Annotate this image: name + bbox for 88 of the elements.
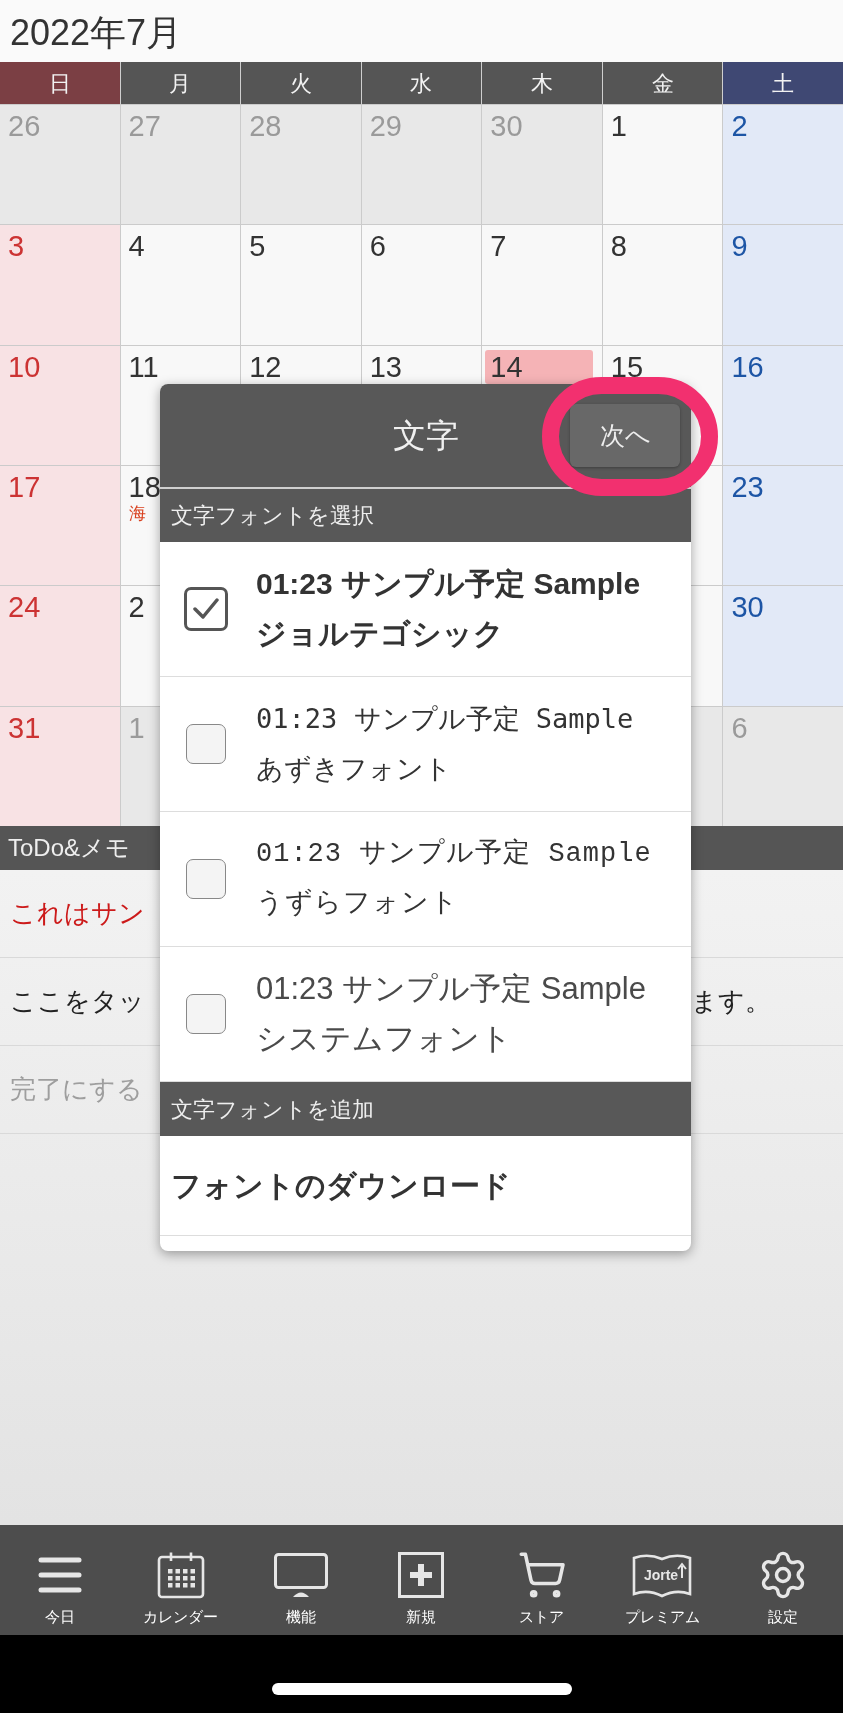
day-number: 15 (609, 349, 645, 384)
checkbox[interactable] (186, 859, 226, 899)
day-number: 31 (7, 710, 42, 745)
monitor-icon (274, 1553, 329, 1597)
day-number: 3 (7, 229, 26, 264)
calendar-cell[interactable]: 5 (241, 225, 361, 345)
day-number: 17 (7, 470, 42, 504)
calendar-cell[interactable]: 16 (723, 345, 843, 465)
nav-button[interactable]: 機能 (240, 1525, 362, 1635)
font-sample-text: 01:23 サンプル予定 Sample (256, 566, 641, 602)
calendar-cell[interactable]: 23 (723, 466, 843, 586)
day-number: 11 (127, 349, 160, 384)
nav-button[interactable]: 新規 (361, 1525, 482, 1635)
day-number: 26 (7, 109, 42, 143)
nav-button[interactable]: 今日 (0, 1525, 121, 1635)
nav-button[interactable]: Jorte プレミアム (602, 1525, 723, 1635)
checkbox[interactable] (186, 994, 226, 1034)
calendar-cell[interactable]: 7 (482, 225, 602, 345)
weekday-header: 日 (0, 62, 120, 104)
day-number: 2 (730, 109, 749, 143)
day-number: 27 (127, 109, 162, 143)
day-number: 12 (248, 349, 283, 384)
calendar-cell[interactable]: 31 (0, 706, 120, 826)
calendar-icon (156, 1551, 205, 1599)
calendar-cell[interactable]: 10 (0, 345, 120, 465)
day-number: 30 (730, 590, 765, 625)
next-button[interactable]: 次へ (570, 404, 680, 467)
calendar-cell[interactable]: 1 (602, 105, 723, 225)
dialog-title: 文字 (392, 415, 459, 456)
day-number: 13 (368, 349, 403, 384)
font-sample-text: 01:23 サンプル予定 Sample (256, 837, 652, 871)
checkbox[interactable] (184, 587, 228, 631)
day-number: 6 (368, 229, 387, 264)
day-number: 2 (127, 590, 146, 625)
day-number: 23 (730, 470, 765, 504)
plus-square-icon (398, 1552, 445, 1598)
day-number: 29 (368, 109, 403, 143)
menu-icon (38, 1557, 83, 1593)
day-number: 16 (730, 349, 765, 384)
calendar-cell[interactable]: 9 (723, 225, 843, 345)
nav-button[interactable]: カレンダー (120, 1525, 241, 1635)
weekday-header: 水 (361, 62, 482, 104)
day-number: 4 (127, 229, 146, 264)
holiday-label: 海 (128, 504, 146, 524)
font-name: システムフォント (256, 1020, 512, 1058)
check-icon (193, 598, 219, 620)
calendar-cell[interactable]: 24 (0, 586, 120, 706)
checkbox[interactable] (186, 724, 226, 764)
calendar-cell[interactable]: 30 (723, 586, 843, 706)
weekday-header: 土 (723, 62, 843, 104)
todo-text[interactable]: これはサン (10, 894, 145, 933)
calendar-cell[interactable]: 8 (602, 225, 723, 345)
calendar-cell[interactable]: 4 (120, 225, 241, 345)
calendar-cell[interactable]: 6 (361, 225, 482, 345)
day-number: 14 (485, 349, 593, 384)
day-number: 30 (489, 109, 524, 143)
calendar-cell[interactable]: 2 (723, 105, 843, 225)
calendar-cell[interactable]: 3 (0, 225, 120, 345)
day-number: 1 (609, 109, 628, 143)
nav-button[interactable]: 設定 (722, 1525, 843, 1635)
weekday-header: 火 (241, 62, 361, 104)
section-header: 文字フォントを選択 (171, 502, 374, 530)
calendar-cell[interactable]: 17 (0, 466, 120, 586)
section-header: 文字フォントを追加 (171, 1095, 374, 1124)
download-fonts-item[interactable]: フォントのダウンロード (171, 1163, 511, 1208)
day-number: 7 (489, 229, 508, 264)
todo-text[interactable]: ここをタッ (10, 982, 145, 1021)
day-number: 10 (7, 349, 42, 384)
day-number: 9 (730, 229, 749, 264)
font-sample-text: 01:23 サンプル予定 Sample (256, 702, 634, 736)
book-icon: Jorte (632, 1552, 693, 1598)
day-number: 28 (248, 109, 283, 143)
nav-button[interactable]: ストア (481, 1525, 603, 1635)
font-sample-text: 01:23 サンプル予定 Sample (256, 970, 646, 1008)
font-name: うずらフォント (256, 888, 459, 921)
font-name: ジョルテゴシック (256, 616, 504, 652)
font-name: あずきフォント (256, 752, 452, 786)
day-number: 24 (7, 590, 42, 625)
day-number: 8 (609, 229, 628, 264)
weekday-header: 金 (602, 62, 723, 104)
todo-text-end[interactable]: ます。 (691, 982, 771, 1021)
month-title: 2022年7月 (10, 11, 183, 55)
day-number: 18 (127, 470, 162, 504)
weekday-header: 木 (482, 62, 602, 104)
day-number: 6 (730, 710, 749, 745)
weekday-header: 月 (120, 62, 241, 104)
day-number: 5 (248, 229, 267, 264)
day-number: 1 (127, 710, 146, 745)
